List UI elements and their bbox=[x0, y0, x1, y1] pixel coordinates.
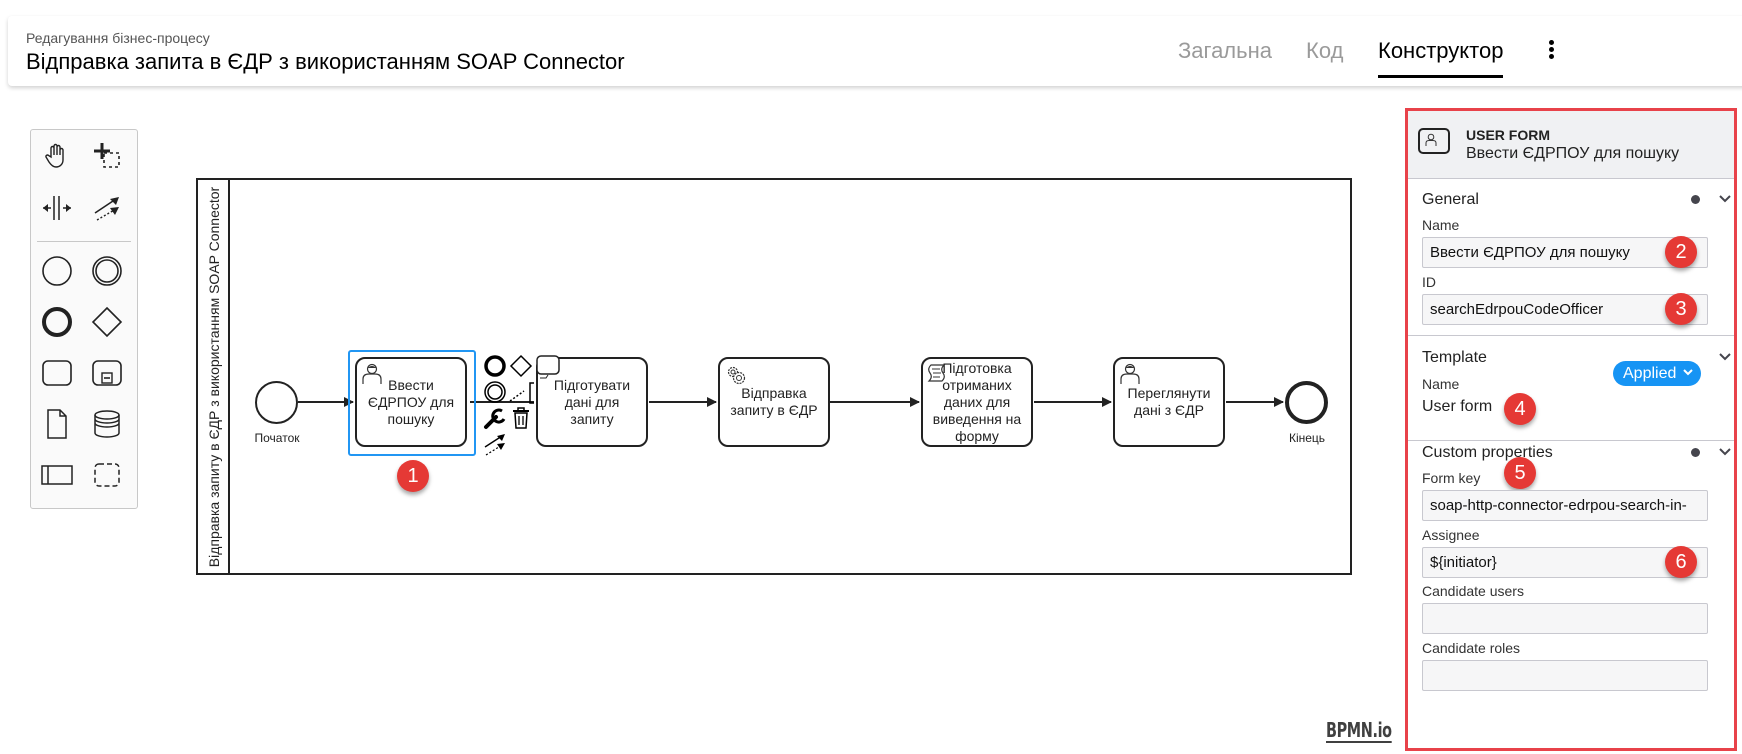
end-event-label: Кінець bbox=[1288, 431, 1326, 445]
space-tool[interactable] bbox=[37, 188, 77, 228]
hand-icon bbox=[45, 143, 64, 168]
gear-icon bbox=[727, 366, 746, 385]
start-event[interactable] bbox=[255, 381, 298, 424]
page-title: Відправка запита в ЄДР з використанням S… bbox=[26, 49, 625, 74]
group-icon bbox=[94, 463, 120, 487]
name-label: Name bbox=[1422, 217, 1460, 233]
create-data-store[interactable] bbox=[87, 404, 127, 444]
append-intermediate-event-icon[interactable] bbox=[482, 379, 508, 405]
delete-trash-icon[interactable] bbox=[508, 405, 534, 431]
tool-palette bbox=[30, 129, 138, 509]
group-template-title[interactable]: Template bbox=[1422, 349, 1487, 367]
template-name-label: Name bbox=[1422, 376, 1460, 392]
create-task[interactable] bbox=[37, 353, 77, 393]
chevron-down-icon bbox=[1683, 369, 1693, 376]
task-send-request[interactable]: Відправка запиту в ЄДР bbox=[718, 357, 830, 447]
annotation-badge-2: 2 bbox=[1665, 236, 1697, 268]
create-data-object[interactable] bbox=[37, 404, 77, 444]
user-task-icon bbox=[1418, 128, 1450, 154]
form-key-label: Form key bbox=[1422, 470, 1481, 486]
template-status: Applied bbox=[1623, 365, 1677, 382]
task-prepare-received-data[interactable]: Підготовка отриманих даних для виведення… bbox=[921, 357, 1033, 447]
tab-general[interactable]: Загальна bbox=[1178, 38, 1272, 64]
task-view-edr-data[interactable]: Переглянути дані з ЄДР bbox=[1113, 357, 1225, 447]
more-vertical-icon[interactable] bbox=[1545, 40, 1557, 64]
chevron-down-icon[interactable] bbox=[1718, 351, 1732, 363]
candidate-roles-input[interactable] bbox=[1422, 660, 1708, 691]
append-text-annotation-icon[interactable] bbox=[508, 379, 536, 405]
append-end-event-icon[interactable] bbox=[482, 353, 508, 379]
chevron-down-icon[interactable] bbox=[1718, 446, 1732, 458]
form-key-input[interactable] bbox=[1422, 490, 1708, 521]
palette-separator bbox=[37, 241, 131, 242]
candidate-users-input[interactable] bbox=[1422, 603, 1708, 634]
bpmn-io-logo[interactable]: BPMN.io bbox=[1326, 718, 1392, 742]
task-label: Переглянути дані з ЄДР bbox=[1127, 385, 1211, 418]
create-subprocess[interactable] bbox=[87, 353, 127, 393]
create-group[interactable] bbox=[87, 455, 127, 495]
element-type: USER FORM bbox=[1466, 127, 1550, 143]
start-event-label: Початок bbox=[254, 431, 300, 445]
group-divider bbox=[1408, 440, 1734, 441]
script-icon bbox=[927, 364, 946, 382]
properties-panel: USER FORM Ввести ЄДРПОУ для пошуку Gener… bbox=[1405, 108, 1737, 751]
annotation-badge-4: 4 bbox=[1504, 393, 1536, 425]
intermediate-event-icon bbox=[92, 256, 122, 286]
space-tool-icon bbox=[43, 196, 71, 220]
task-enter-edrpou[interactable]: Ввести ЄДРПОУ для пошуку bbox=[355, 357, 467, 447]
annotation-badge-6: 6 bbox=[1665, 546, 1697, 578]
subprocess-icon bbox=[92, 360, 122, 386]
connect-icon bbox=[94, 197, 119, 221]
append-task-icon[interactable] bbox=[534, 353, 562, 379]
hand-tool[interactable] bbox=[37, 136, 77, 176]
template-applied-button[interactable]: Applied bbox=[1613, 361, 1701, 386]
group-general-dot bbox=[1691, 195, 1700, 204]
group-custom-title[interactable]: Custom properties bbox=[1422, 444, 1553, 462]
candidate-roles-label: Candidate roles bbox=[1422, 640, 1521, 656]
element-name: Ввести ЄДРПОУ для пошуку bbox=[1466, 145, 1680, 162]
group-custom-dot bbox=[1691, 448, 1700, 457]
create-start-event[interactable] bbox=[37, 251, 77, 291]
change-type-wrench-icon[interactable] bbox=[482, 405, 508, 431]
tab-constructor[interactable]: Конструктор bbox=[1378, 38, 1504, 78]
group-divider bbox=[1408, 335, 1734, 336]
annotation-badge-3: 3 bbox=[1665, 293, 1697, 325]
task-label: Підготувати дані для запиту bbox=[553, 376, 631, 427]
tab-code[interactable]: Код bbox=[1306, 38, 1343, 64]
connect-icon[interactable] bbox=[482, 431, 508, 457]
end-event[interactable] bbox=[1285, 381, 1328, 424]
group-general-title[interactable]: General bbox=[1422, 191, 1479, 209]
append-gateway-icon[interactable] bbox=[508, 353, 534, 379]
pool-header: Відправка запиту в ЄДР з використанням S… bbox=[198, 180, 230, 573]
end-event-icon bbox=[42, 307, 72, 337]
id-label: ID bbox=[1422, 274, 1436, 290]
start-event-icon bbox=[42, 256, 72, 286]
page-subtitle: Редагування бізнес-процесу bbox=[26, 30, 210, 46]
assignee-label: Assignee bbox=[1422, 527, 1480, 543]
chevron-down-icon[interactable] bbox=[1718, 193, 1732, 205]
annotation-badge-5: 5 bbox=[1504, 457, 1536, 489]
user-icon bbox=[1120, 363, 1140, 384]
create-pool[interactable] bbox=[37, 455, 77, 495]
lasso-icon bbox=[94, 143, 120, 168]
create-intermediate-event[interactable] bbox=[87, 251, 127, 291]
pool-label: Відправка запиту в ЄДР з використанням S… bbox=[206, 186, 222, 567]
annotation-badge-1: 1 bbox=[397, 460, 429, 492]
task-label: Відправка запиту в ЄДР bbox=[730, 385, 818, 418]
pool-icon bbox=[41, 465, 73, 485]
lasso-tool[interactable] bbox=[87, 136, 127, 176]
user-icon bbox=[362, 363, 382, 384]
data-store-icon bbox=[94, 410, 120, 438]
create-gateway[interactable] bbox=[87, 302, 127, 342]
gateway-icon bbox=[91, 306, 123, 338]
create-end-event[interactable] bbox=[37, 302, 77, 342]
candidate-users-label: Candidate users bbox=[1422, 583, 1524, 599]
task-icon bbox=[42, 360, 72, 386]
panel-header: USER FORM Ввести ЄДРПОУ для пошуку bbox=[1408, 111, 1734, 179]
template-name-value: User form bbox=[1422, 398, 1493, 415]
global-connect-tool[interactable] bbox=[87, 188, 127, 228]
data-object-icon bbox=[47, 409, 67, 439]
